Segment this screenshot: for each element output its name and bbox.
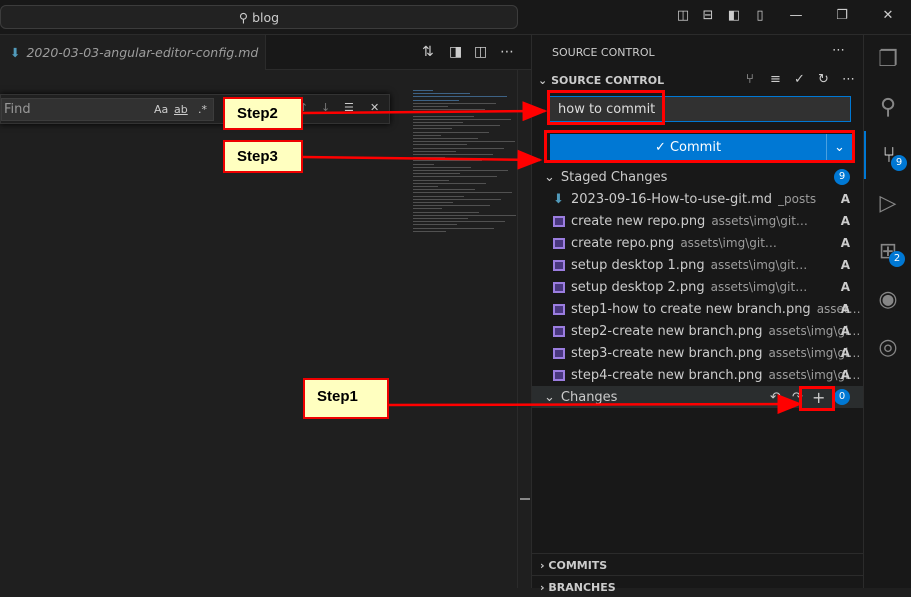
step2-arrow xyxy=(301,101,548,122)
step1-arrow xyxy=(387,394,803,415)
step1-label: Step1 xyxy=(303,378,389,419)
step2-label: Step2 xyxy=(223,97,303,130)
annotation-arrows xyxy=(301,101,803,415)
highlight-commit-button xyxy=(544,130,855,163)
step3-label: Step3 xyxy=(223,140,303,173)
highlight-stage-all xyxy=(799,386,835,411)
highlight-commit-input xyxy=(547,90,665,125)
step3-arrow xyxy=(301,149,543,170)
